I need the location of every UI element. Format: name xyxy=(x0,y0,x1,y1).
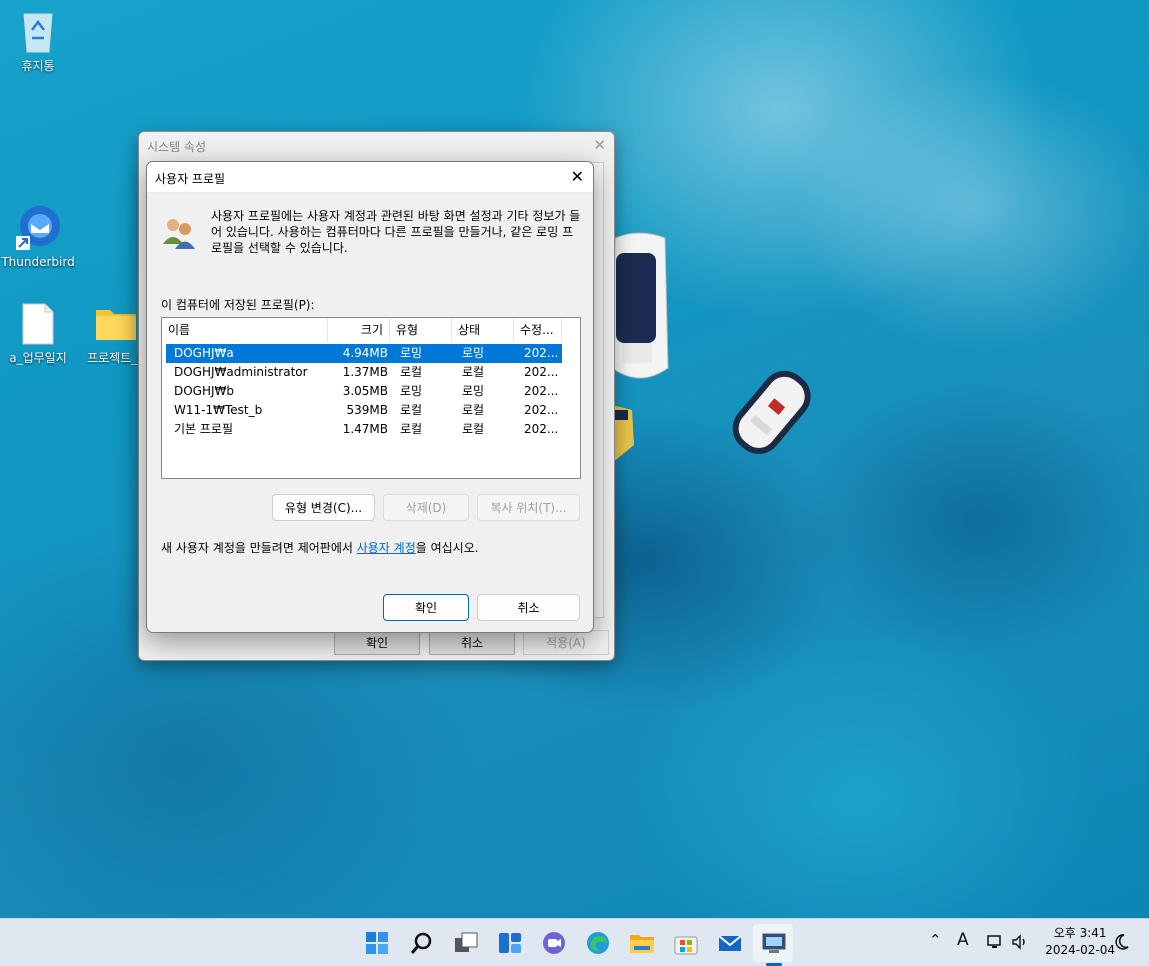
file-icon xyxy=(22,303,54,345)
cancel-button[interactable]: 취소 xyxy=(477,594,580,621)
delete-button[interactable]: 삭제(D) xyxy=(383,494,469,521)
table-row[interactable]: DOGHJ₩administrator 1.37MB 로컬 로컬 202... xyxy=(166,363,562,382)
row-state: 로컬 xyxy=(462,403,485,417)
boat-stern-image xyxy=(612,405,634,463)
user-profiles-dialog[interactable]: 사용자 프로필 ✕ 사용자 프로필에는 사용자 계정과 관련된 바탕 화면 설정… xyxy=(146,161,594,633)
system-properties-icon[interactable] xyxy=(760,929,788,957)
clock[interactable]: 오후 3:41 2024-02-04 xyxy=(1045,925,1115,959)
close-icon[interactable]: ✕ xyxy=(571,167,584,186)
table-row[interactable]: W11-1₩Test_b 539MB 로컬 로컬 202... xyxy=(166,401,562,420)
row-modified: 202... xyxy=(524,384,559,398)
hint-text: 새 사용자 계정을 만들려면 제어판에서 사용자 계정을 여십시오. xyxy=(161,539,479,556)
system-properties-title: 시스템 속성 xyxy=(147,140,207,154)
start-icon[interactable] xyxy=(363,929,391,957)
mail-icon[interactable] xyxy=(716,929,744,957)
edge-icon[interactable] xyxy=(584,929,612,957)
row-name: 기본 프로필 xyxy=(174,422,234,436)
column-header-size[interactable]: 크기 xyxy=(328,318,390,342)
row-size: 1.37MB xyxy=(342,365,388,379)
list-header: 이름 크기 유형 상태 수정... xyxy=(162,318,580,342)
desktop-icon-label: a_업무일지 xyxy=(9,351,67,365)
clock-time: 오후 3:41 xyxy=(1053,926,1107,940)
dialog-titlebar: 사용자 프로필 ✕ xyxy=(147,162,593,193)
close-icon[interactable]: ✕ xyxy=(593,136,606,154)
user-accounts-link[interactable]: 사용자 계정 xyxy=(357,541,416,555)
row-modified: 202... xyxy=(524,403,559,417)
row-state: 로컬 xyxy=(462,365,485,379)
desktop-icon-work-log[interactable]: a_업무일지 xyxy=(0,302,78,366)
row-type: 로밍 xyxy=(400,346,423,360)
copy-to-button[interactable]: 복사 위치(T)... xyxy=(477,494,580,521)
desktop-icon-label: Thunderbird xyxy=(1,255,75,269)
table-row[interactable]: DOGHJ₩a 4.94MB 로밍 로밍 202... xyxy=(166,344,562,363)
row-name: W11-1₩Test_b xyxy=(174,403,263,417)
row-state: 로밍 xyxy=(462,346,485,360)
system-ok-button[interactable]: 확인 xyxy=(334,630,420,655)
column-header-state[interactable]: 상태 xyxy=(452,318,514,342)
row-size: 4.94MB xyxy=(342,346,388,360)
ok-button[interactable]: 확인 xyxy=(383,594,469,621)
recycle-bin-icon xyxy=(23,13,53,53)
table-row[interactable]: DOGHJ₩b 3.05MB 로밍 로밍 202... xyxy=(166,382,562,401)
profiles-listview[interactable]: 이름 크기 유형 상태 수정... DOGHJ₩a 4.94MB 로밍 로밍 2… xyxy=(161,317,581,479)
row-size: 3.05MB xyxy=(342,384,388,398)
desktop-icon-thunderbird[interactable]: Thunderbird xyxy=(0,204,78,269)
desktop-icon-recycle-bin[interactable]: 휴지통 xyxy=(0,8,78,74)
hint-prefix: 새 사용자 계정을 만들려면 제어판에서 xyxy=(161,541,357,555)
row-size: 539MB xyxy=(346,403,389,417)
users-icon xyxy=(163,219,195,249)
row-state: 로밍 xyxy=(462,384,485,398)
folder-icon xyxy=(96,310,136,340)
file-explorer-icon[interactable] xyxy=(628,929,656,957)
column-header-type[interactable]: 유형 xyxy=(390,318,452,342)
widgets-icon[interactable] xyxy=(496,929,524,957)
desktop-icon-label: 휴지통 xyxy=(21,59,55,73)
search-icon[interactable] xyxy=(408,929,436,957)
moon-icon[interactable] xyxy=(1114,933,1130,951)
hint-suffix: 을 여십시오. xyxy=(415,541,479,555)
row-size: 1.47MB xyxy=(342,422,388,436)
chat-icon[interactable] xyxy=(540,929,568,957)
system-apply-button[interactable]: 적용(A) xyxy=(523,630,609,655)
chevron-up-icon[interactable]: ⌃ xyxy=(929,931,942,949)
change-type-button[interactable]: 유형 변경(C)... xyxy=(272,494,375,521)
row-type: 로컬 xyxy=(400,422,423,436)
row-modified: 202... xyxy=(524,365,559,379)
row-type: 로컬 xyxy=(400,403,423,417)
network-icon[interactable] xyxy=(986,933,1004,951)
row-type: 로컬 xyxy=(400,365,423,379)
row-modified: 202... xyxy=(524,422,559,436)
volume-icon[interactable] xyxy=(1011,933,1029,951)
profiles-list-label: 이 컴퓨터에 저장된 프로필(P): xyxy=(161,298,315,312)
row-state: 로컬 xyxy=(462,422,485,436)
taskbar: ⌃ A 오후 3:41 2024-02-04 xyxy=(0,918,1149,966)
task-view-icon[interactable] xyxy=(452,929,480,957)
ime-indicator[interactable]: A xyxy=(957,930,969,950)
row-name: DOGHJ₩b xyxy=(174,384,235,398)
row-type: 로밍 xyxy=(400,384,423,398)
dinghy-image xyxy=(732,370,811,454)
column-header-name[interactable]: 이름 xyxy=(162,318,328,342)
table-row[interactable]: 기본 프로필 1.47MB 로컬 로컬 202... xyxy=(166,420,562,439)
column-header-modified[interactable]: 수정... xyxy=(514,318,562,342)
row-name: DOGHJ₩administrator xyxy=(174,365,308,379)
description-text: 사용자 프로필에는 사용자 계정과 관련된 바탕 화면 설정과 기타 정보가 들… xyxy=(211,209,581,255)
row-modified: 202... xyxy=(524,346,559,360)
thunderbird-icon xyxy=(16,206,60,250)
dialog-title: 사용자 프로필 xyxy=(155,172,226,186)
clock-date: 2024-02-04 xyxy=(1045,943,1115,957)
store-icon[interactable] xyxy=(672,929,700,957)
row-name: DOGHJ₩a xyxy=(174,346,234,360)
system-cancel-button[interactable]: 취소 xyxy=(429,630,515,655)
